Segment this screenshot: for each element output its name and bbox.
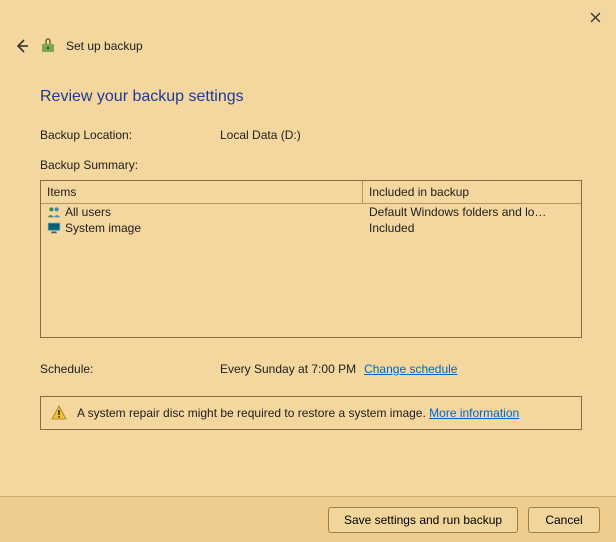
backup-location-label: Backup Location: [40,128,220,142]
back-arrow-icon[interactable] [14,38,30,54]
table-row[interactable]: All users Default Windows folders and lo… [41,204,581,220]
backup-app-icon [40,38,56,54]
backup-location-row: Backup Location: Local Data (D:) [40,128,582,142]
change-schedule-link[interactable]: Change schedule [364,362,457,376]
close-icon[interactable] [586,8,604,26]
warning-icon [51,405,67,421]
row-item-included: Default Windows folders and lo… [363,205,581,219]
row-item-name: System image [65,221,141,235]
row-item-included: Included [363,221,581,235]
cancel-button[interactable]: Cancel [528,507,600,533]
wizard-header: Set up backup [14,38,143,54]
page-title: Review your backup settings [40,88,582,106]
monitor-icon [47,221,61,235]
table-row[interactable]: System image Included [41,220,581,236]
backup-summary-table: Items Included in backup All users Defau… [40,180,582,338]
backup-summary-label: Backup Summary: [40,158,220,172]
more-information-link[interactable]: More information [429,406,519,420]
schedule-row: Schedule: Every Sunday at 7:00 PM Change… [40,362,582,376]
footer-bar: Save settings and run backup Cancel [0,496,616,542]
users-icon [47,205,61,219]
window-title: Set up backup [66,39,143,53]
backup-location-value: Local Data (D:) [220,128,301,142]
row-item-name: All users [65,205,111,219]
schedule-label: Schedule: [40,362,220,376]
col-header-included[interactable]: Included in backup [363,181,581,203]
schedule-value: Every Sunday at 7:00 PM [220,362,356,376]
col-header-items[interactable]: Items [41,181,363,203]
warning-message: A system repair disc might be required t… [77,406,429,420]
warning-text: A system repair disc might be required t… [77,406,519,420]
save-settings-button[interactable]: Save settings and run backup [328,507,518,533]
warning-box: A system repair disc might be required t… [40,396,582,430]
